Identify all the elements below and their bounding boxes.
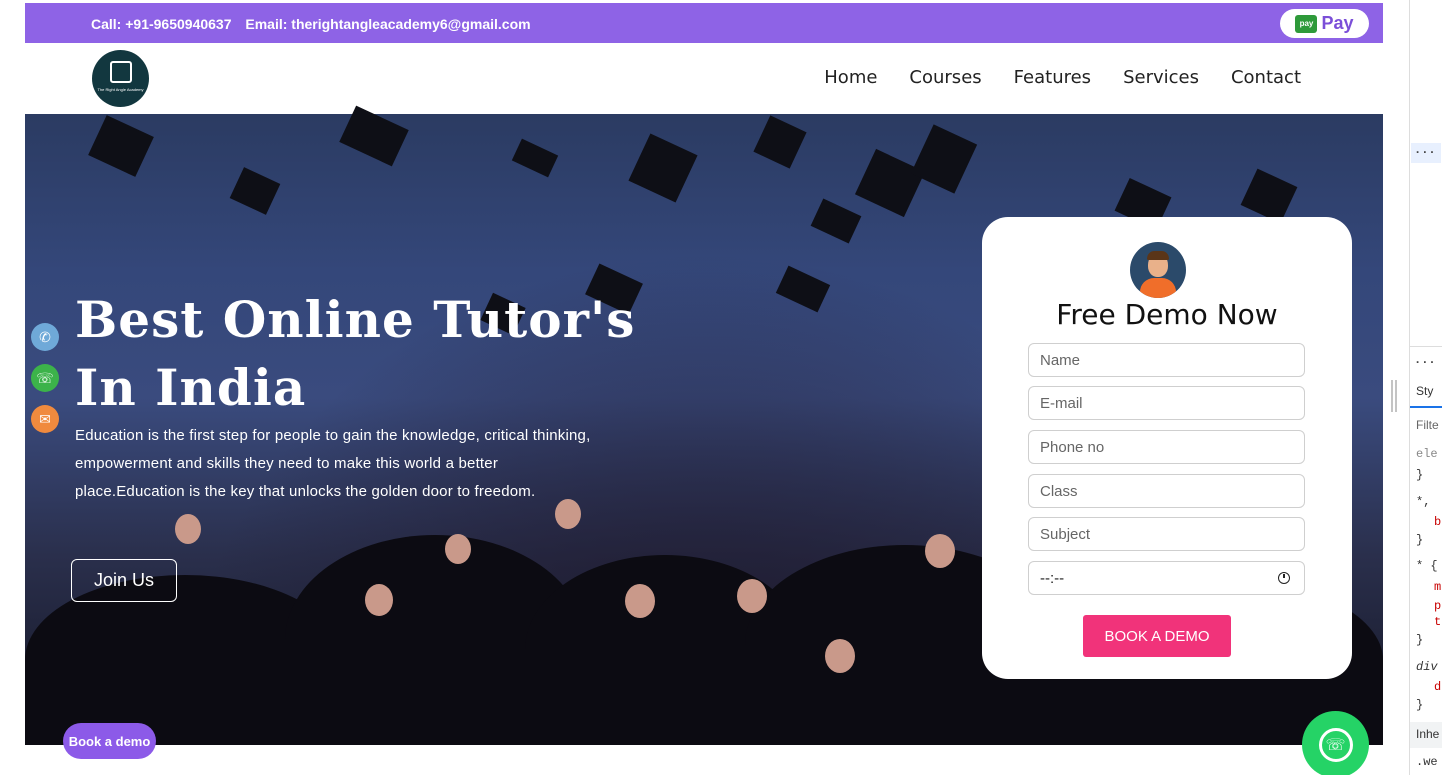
student-face — [825, 639, 855, 673]
avatar-hair — [1147, 251, 1169, 260]
gpay-icon: pay — [1295, 14, 1318, 33]
filter-input[interactable]: Filte — [1410, 418, 1442, 432]
subject-input[interactable] — [1040, 518, 1304, 550]
google-pay-button[interactable]: pay Pay — [1280, 9, 1369, 38]
style-rule: div — [1416, 660, 1438, 674]
whatsapp-icon: ☏ — [1318, 727, 1353, 762]
graduation-cap-image — [339, 105, 409, 167]
graduation-cap-image — [628, 133, 698, 203]
subject-field[interactable] — [1028, 517, 1305, 551]
graduation-cap-image — [753, 115, 807, 169]
tutor-avatar — [1130, 242, 1186, 298]
main-nav: Home Courses Features Services Contact — [824, 67, 1301, 88]
style-rule: .we — [1416, 755, 1438, 769]
style-rule: } — [1416, 468, 1424, 482]
clock-icon[interactable] — [1278, 572, 1290, 584]
pay-label: Pay — [1321, 13, 1354, 33]
graduation-cap-image — [229, 167, 281, 215]
graduation-cap-image — [775, 265, 831, 313]
page-below-hero — [25, 745, 1383, 775]
nav-features[interactable]: Features — [1014, 67, 1091, 88]
more-icon[interactable]: ... — [1414, 353, 1436, 367]
form-title: Free Demo Now — [1056, 298, 1278, 331]
devtools-divider — [1410, 346, 1442, 347]
class-field[interactable] — [1028, 474, 1305, 508]
student-face — [175, 514, 201, 544]
nav-home[interactable]: Home — [824, 67, 877, 88]
whatsapp-float-button[interactable]: ☏ — [1302, 711, 1369, 775]
style-rule: *, — [1416, 495, 1431, 509]
hero-title-line1: Best Online Tutor's — [75, 290, 636, 349]
time-field[interactable]: --:-- — [1028, 561, 1305, 595]
phone-icon[interactable]: ✆ — [31, 323, 59, 351]
style-rule: d — [1434, 680, 1442, 694]
logo-text: The Right Angle Academy — [97, 87, 144, 92]
more-icon[interactable]: ... — [1411, 143, 1441, 163]
hero-title: Best Online Tutor's In India — [75, 286, 635, 422]
style-rule: ele — [1416, 447, 1438, 461]
time-value: --:-- — [1040, 569, 1065, 587]
name-field[interactable] — [1028, 343, 1305, 377]
style-rule: } — [1416, 698, 1424, 712]
hero-description: Education is the first step for people t… — [75, 427, 591, 500]
graduation-cap-image — [88, 115, 154, 177]
name-input[interactable] — [1040, 344, 1304, 376]
style-rule: b — [1434, 515, 1442, 529]
join-us-button[interactable]: Join Us — [71, 559, 177, 602]
student-face — [625, 584, 655, 618]
hero-title-line2: In India — [75, 358, 307, 417]
student-face — [365, 584, 393, 616]
graduation-cap-image — [511, 138, 559, 178]
avatar-body — [1140, 278, 1176, 298]
student-face — [925, 534, 955, 568]
nav-contact[interactable]: Contact — [1231, 67, 1301, 88]
style-rule: p — [1434, 599, 1442, 613]
nav-services[interactable]: Services — [1123, 67, 1199, 88]
navbar: The Right Angle Academy Home Courses Fea… — [25, 43, 1383, 114]
contact-info: Call: +91-9650940637 Email: therightangl… — [91, 16, 541, 32]
call-text[interactable]: Call: +91-9650940637 — [91, 16, 232, 32]
class-input[interactable] — [1040, 475, 1304, 507]
style-rule: t — [1434, 615, 1442, 629]
style-rule: } — [1416, 633, 1424, 647]
tab-styles[interactable]: Sty — [1410, 384, 1442, 408]
book-a-demo-float-button[interactable]: Book a demo — [63, 723, 156, 759]
inherited-section: Inhe — [1410, 722, 1442, 748]
style-rule: * { — [1416, 559, 1438, 573]
academy-logo[interactable]: The Right Angle Academy — [92, 50, 149, 107]
free-demo-form-card: Free Demo Now --:-- BOOK A DEMO — [982, 217, 1352, 679]
phone-input[interactable] — [1040, 431, 1304, 463]
email-field[interactable] — [1028, 386, 1305, 420]
teacher-board-icon — [109, 61, 132, 83]
style-rule: m — [1434, 580, 1442, 594]
graduation-cap-image — [810, 198, 862, 244]
nav-courses[interactable]: Courses — [909, 67, 981, 88]
phone-field[interactable] — [1028, 430, 1305, 464]
student-face — [737, 579, 767, 613]
mail-icon[interactable]: ✉ — [31, 405, 59, 433]
book-a-demo-button[interactable]: BOOK A DEMO — [1083, 615, 1231, 657]
email-text[interactable]: Email: therightangleacademy6@gmail.com — [245, 16, 530, 32]
graduation-cap-image — [910, 124, 978, 194]
browser-viewport: Call: +91-9650940637 Email: therightangl… — [0, 0, 1442, 775]
top-contact-bar: Call: +91-9650940637 Email: therightangl… — [25, 3, 1383, 43]
graduation-cap-image — [854, 148, 926, 218]
style-rule: } — [1416, 533, 1424, 547]
devtools-panel: ... ... Sty Filte ele } *, b } * { m p t… — [1409, 0, 1442, 775]
student-face — [445, 534, 471, 564]
devtools-resize-handle[interactable] — [1390, 380, 1398, 412]
whatsapp-icon[interactable]: ☏ — [31, 364, 59, 392]
email-input[interactable] — [1040, 387, 1304, 419]
graduation-cap-image — [1240, 168, 1298, 224]
